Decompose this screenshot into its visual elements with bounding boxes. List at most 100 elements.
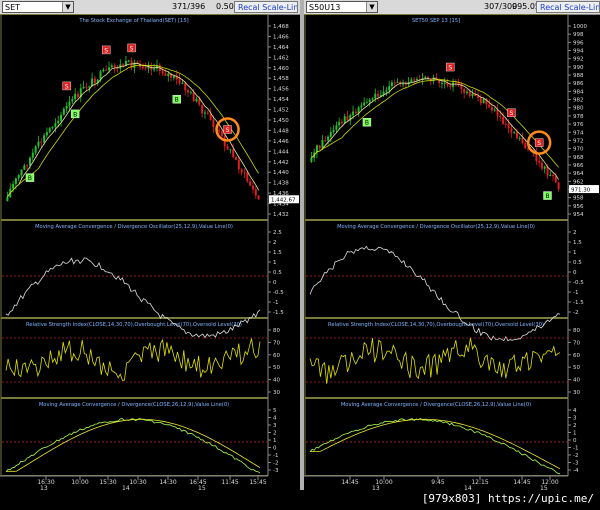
candle-body bbox=[363, 102, 366, 106]
candle-body bbox=[346, 116, 349, 121]
price-tick-label: 988 bbox=[573, 73, 584, 79]
macd-osc-panel-frame bbox=[0, 220, 269, 318]
price-tick-label: 1,456 bbox=[273, 87, 289, 93]
candle-body bbox=[54, 123, 57, 127]
macd-tick-label: -1 bbox=[573, 446, 578, 452]
macd-osc-tick-label: -2 bbox=[573, 310, 578, 316]
right-recal-scale-button[interactable]: Recal Scale-Linea bbox=[536, 1, 600, 13]
rsi-tick-label: 70 bbox=[273, 340, 280, 346]
candle-body bbox=[493, 109, 496, 111]
macd-tick-label: -2 bbox=[273, 461, 278, 467]
price-tick-label: 956 bbox=[573, 204, 584, 210]
candle-body bbox=[538, 160, 541, 163]
rsi-tick-label: 60 bbox=[273, 353, 280, 359]
candle-body bbox=[144, 67, 147, 69]
candle-body bbox=[113, 65, 116, 68]
macd-osc-tick-label: 1 bbox=[273, 260, 277, 266]
macd-osc-title: Moving Average Convergence / Divergence … bbox=[337, 224, 535, 230]
candle-body bbox=[504, 123, 507, 125]
right-symbol-select[interactable]: S50U13 ▼ bbox=[306, 1, 378, 13]
macd-osc-tick-label: 0 bbox=[573, 270, 577, 276]
candle-body bbox=[229, 149, 232, 151]
rsi-panel-frame bbox=[0, 318, 269, 398]
rsi-line bbox=[309, 338, 561, 384]
candle-body bbox=[557, 182, 560, 190]
left-counter: 371/396 bbox=[172, 2, 206, 11]
signal-marker-label: S bbox=[104, 47, 108, 54]
candle-body bbox=[243, 172, 246, 174]
macd-tick-label: -3 bbox=[573, 461, 579, 467]
left-chart-canvas[interactable]: The Stock Exchange of Thailand(SET) [15]… bbox=[0, 14, 300, 490]
candle-body bbox=[338, 122, 341, 126]
macd-osc-tick-label: -1.5 bbox=[573, 300, 584, 306]
price-tick-label: 994 bbox=[573, 49, 584, 55]
price-tick-label: 1,468 bbox=[273, 24, 289, 30]
candle-body bbox=[29, 157, 31, 166]
price-tick-label: 1,460 bbox=[273, 66, 289, 72]
macd-tick-label: -4 bbox=[573, 468, 579, 474]
candle-body bbox=[6, 197, 9, 202]
candle-body bbox=[329, 131, 332, 137]
left-recal-scale-button[interactable]: Recal Scale-Linear bbox=[234, 1, 298, 13]
candle-body bbox=[187, 90, 190, 93]
chevron-down-icon[interactable]: ▼ bbox=[62, 2, 73, 12]
signal-marker-label: S bbox=[509, 110, 513, 117]
macd-osc-tick-label: -1.5 bbox=[273, 310, 284, 316]
macd-osc-tick-label: 2 bbox=[273, 240, 277, 246]
macd-osc-tick-label: 0.5 bbox=[573, 260, 582, 266]
rsi-tick-label: 80 bbox=[273, 328, 280, 334]
price-title: The Stock Exchange of Thailand(SET) [15] bbox=[78, 18, 188, 24]
candle-body bbox=[543, 166, 546, 169]
candle-body bbox=[226, 146, 229, 150]
last-price-label: 1,442.67 bbox=[271, 197, 296, 203]
candle-body bbox=[240, 169, 243, 173]
candle-body bbox=[449, 85, 452, 88]
macd-osc-tick-label: 1.5 bbox=[573, 240, 582, 246]
price-tick-label: 986 bbox=[573, 81, 584, 87]
candle-body bbox=[465, 91, 468, 94]
candle-body bbox=[410, 79, 413, 83]
ma-slow-line bbox=[311, 79, 559, 168]
candle-body bbox=[510, 128, 513, 133]
candle-body bbox=[377, 93, 380, 97]
macd-tick-label: 2 bbox=[273, 431, 277, 437]
price-tick-label: 1,458 bbox=[273, 76, 289, 82]
price-title: SET50 SEP 13 [15] bbox=[412, 18, 460, 24]
price-tick-label: 964 bbox=[573, 171, 584, 177]
candle-body bbox=[371, 98, 374, 100]
candle-body bbox=[37, 141, 40, 147]
chevron-down-icon[interactable]: ▼ bbox=[366, 2, 377, 12]
right-chart-canvas[interactable]: SET50 SEP 13 [15] Moving Average Converge… bbox=[304, 14, 600, 490]
candle-body bbox=[40, 141, 43, 143]
rsi-tick-label: 30 bbox=[273, 390, 280, 396]
ma-slow-line bbox=[7, 64, 259, 198]
candle-body bbox=[74, 93, 77, 100]
time-tick-label: 12:15 bbox=[471, 479, 488, 486]
price-tick-label: 1,438 bbox=[273, 181, 289, 187]
candle-body bbox=[518, 137, 521, 139]
candle-body bbox=[203, 112, 206, 114]
price-tick-label: 1,442 bbox=[273, 160, 289, 166]
left-symbol-select[interactable]: SET ▼ bbox=[2, 1, 74, 13]
candle-body bbox=[340, 122, 343, 124]
candle-body bbox=[249, 181, 252, 186]
candle-body bbox=[192, 92, 195, 102]
candle-body bbox=[502, 116, 505, 124]
candle-body bbox=[393, 82, 396, 84]
price-tick-label: 1,454 bbox=[273, 97, 289, 103]
candle-body bbox=[360, 105, 363, 108]
candle-body bbox=[440, 82, 443, 84]
rsi-panel-frame bbox=[304, 318, 569, 398]
candle-body bbox=[235, 157, 237, 160]
macd-osc-tick-label: -0.5 bbox=[573, 280, 584, 286]
signal-marker-label: S bbox=[448, 65, 452, 72]
macd-osc-tick-label: 2 bbox=[573, 230, 577, 236]
candle-body bbox=[102, 69, 105, 72]
macd-tick-label: 0 bbox=[573, 438, 577, 444]
candle-body bbox=[549, 174, 552, 176]
price-tick-label: 982 bbox=[573, 98, 584, 104]
time-tick-label: 15:30 bbox=[99, 479, 116, 486]
macd-osc-panel-frame bbox=[304, 220, 569, 318]
candle-body bbox=[20, 169, 23, 176]
signal-marker-label: B bbox=[175, 97, 179, 104]
